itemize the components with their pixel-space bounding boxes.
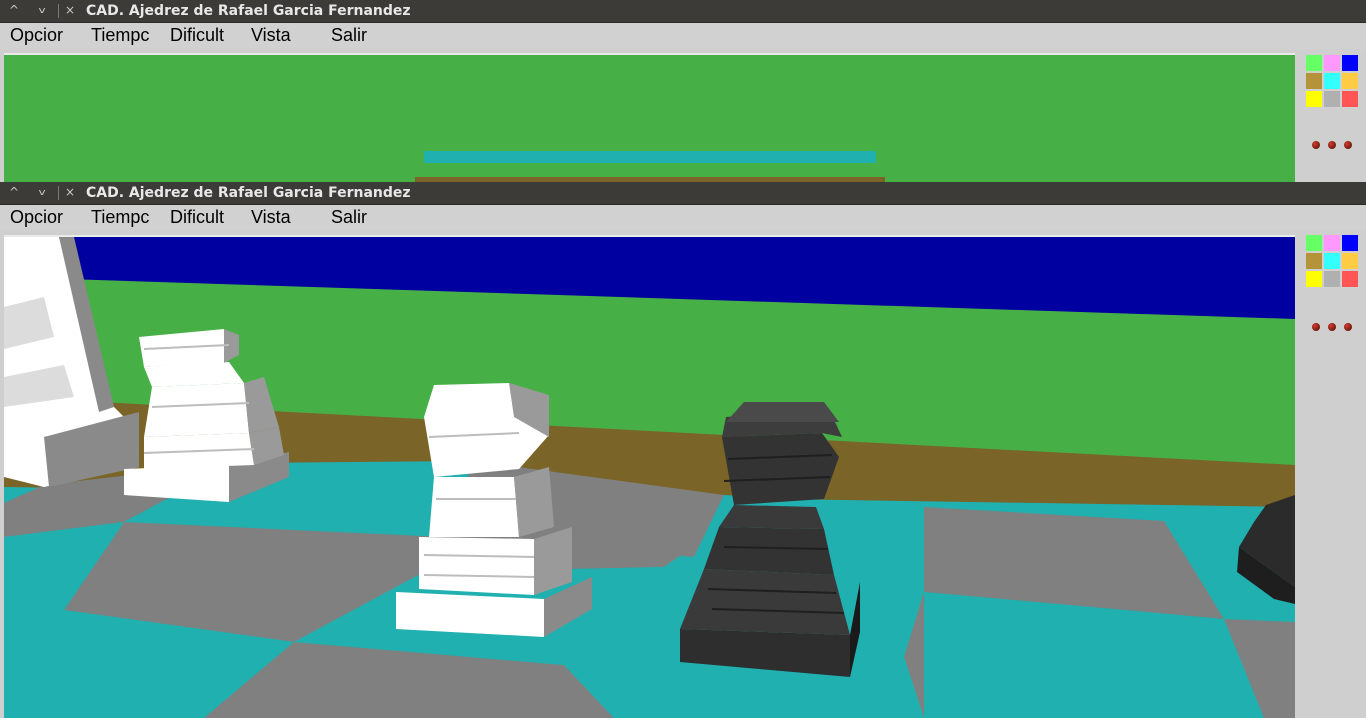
status-dot-icon <box>1312 323 1320 331</box>
menu-tiempo[interactable]: Tiempc <box>91 24 149 46</box>
board-far-edge <box>424 151 876 163</box>
menu-vista[interactable]: Vista <box>251 24 291 46</box>
chess-window-main: ^ v × CAD. Ajedrez de Rafael Garcia Fern… <box>0 182 1366 718</box>
color-swatch[interactable] <box>1324 235 1340 251</box>
title-bar: ^ v × CAD. Ajedrez de Rafael Garcia Fern… <box>0 0 1366 23</box>
close-icon[interactable]: × <box>62 2 78 18</box>
color-swatch[interactable] <box>1306 271 1322 287</box>
window-title: CAD. Ajedrez de Rafael Garcia Fernandez <box>86 185 411 201</box>
status-dot-icon <box>1344 141 1352 149</box>
title-bar: ^ v × CAD. Ajedrez de Rafael Garcia Fern… <box>0 182 1366 205</box>
color-swatch[interactable] <box>1306 253 1322 269</box>
status-dot-icon <box>1344 323 1352 331</box>
minimize-icon[interactable]: ^ <box>6 2 22 18</box>
color-swatch[interactable] <box>1342 253 1358 269</box>
color-swatch[interactable] <box>1306 73 1322 89</box>
window-title: CAD. Ajedrez de Rafael Garcia Fernandez <box>86 3 411 19</box>
menu-dificultad[interactable]: Dificult <box>170 206 224 228</box>
color-swatch[interactable] <box>1324 55 1340 71</box>
color-swatch[interactable] <box>1342 91 1358 107</box>
color-swatch[interactable] <box>1324 271 1340 287</box>
status-dot-icon <box>1328 141 1336 149</box>
minimize-icon[interactable]: ^ <box>6 184 22 200</box>
color-swatch[interactable] <box>1342 55 1358 71</box>
color-swatch[interactable] <box>1342 235 1358 251</box>
menu-salir[interactable]: Salir <box>331 206 367 228</box>
color-swatch[interactable] <box>1324 253 1340 269</box>
color-swatch[interactable] <box>1324 91 1340 107</box>
menu-opciones[interactable]: Opcior <box>10 206 70 228</box>
status-dot-icon <box>1328 323 1336 331</box>
board-3d-view[interactable] <box>4 53 1295 182</box>
menu-bar: Opcior Tiempc Dificult Vista Salir <box>0 205 1366 231</box>
color-swatch[interactable] <box>1306 235 1322 251</box>
chess-window-top: ^ v × CAD. Ajedrez de Rafael Garcia Fern… <box>0 0 1366 182</box>
color-swatch[interactable] <box>1324 73 1340 89</box>
color-swatch[interactable] <box>1306 91 1322 107</box>
color-swatch[interactable] <box>1342 271 1358 287</box>
maximize-icon[interactable]: v <box>34 4 50 15</box>
menu-vista[interactable]: Vista <box>251 206 291 228</box>
status-dots <box>1306 323 1356 333</box>
board-3d-view[interactable] <box>4 235 1295 718</box>
menu-opciones[interactable]: Opcior <box>10 24 70 46</box>
status-dot-icon <box>1312 141 1320 149</box>
color-swatch[interactable] <box>1342 73 1358 89</box>
status-dots <box>1306 141 1356 151</box>
menu-dificultad[interactable]: Dificult <box>170 24 224 46</box>
color-swatch[interactable] <box>1306 55 1322 71</box>
title-separator <box>58 186 59 200</box>
title-separator <box>58 4 59 18</box>
menu-salir[interactable]: Salir <box>331 24 367 46</box>
menu-tiempo[interactable]: Tiempc <box>91 206 149 228</box>
menu-bar: Opcior Tiempc Dificult Vista Salir <box>0 23 1366 49</box>
maximize-icon[interactable]: v <box>34 186 50 197</box>
close-icon[interactable]: × <box>62 184 78 200</box>
